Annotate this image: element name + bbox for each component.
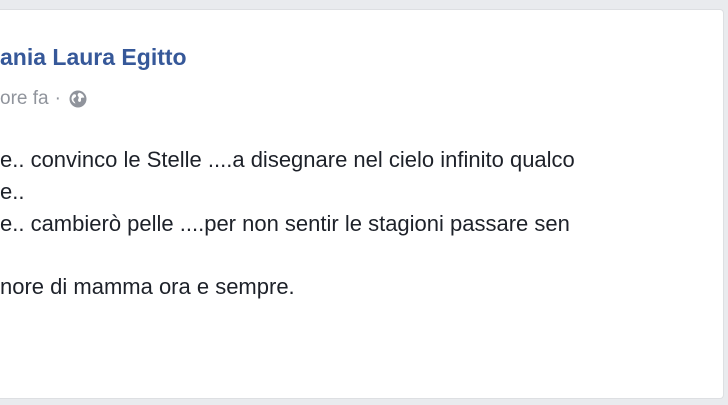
post-text-line: nore di mamma ora e sempre.: [0, 274, 295, 299]
post-text-line: e..: [0, 179, 25, 204]
post-text-line: e.. convinco le Stelle ....a disegnare n…: [0, 147, 575, 172]
post-timestamp[interactable]: ore fa: [0, 88, 49, 110]
meta-separator: ·: [54, 88, 61, 109]
post-meta: ore fa ·: [0, 88, 88, 110]
post-card: ania Laura Egitto ore fa · e.. convinco …: [0, 9, 724, 399]
post-text-line: e.. cambierò pelle ....per non sentir le…: [0, 211, 570, 236]
post-text: e.. convinco le Stelle ....a disegnare n…: [0, 144, 723, 303]
post-author-name[interactable]: ania Laura Egitto: [0, 44, 187, 71]
globe-icon[interactable]: [68, 89, 88, 109]
